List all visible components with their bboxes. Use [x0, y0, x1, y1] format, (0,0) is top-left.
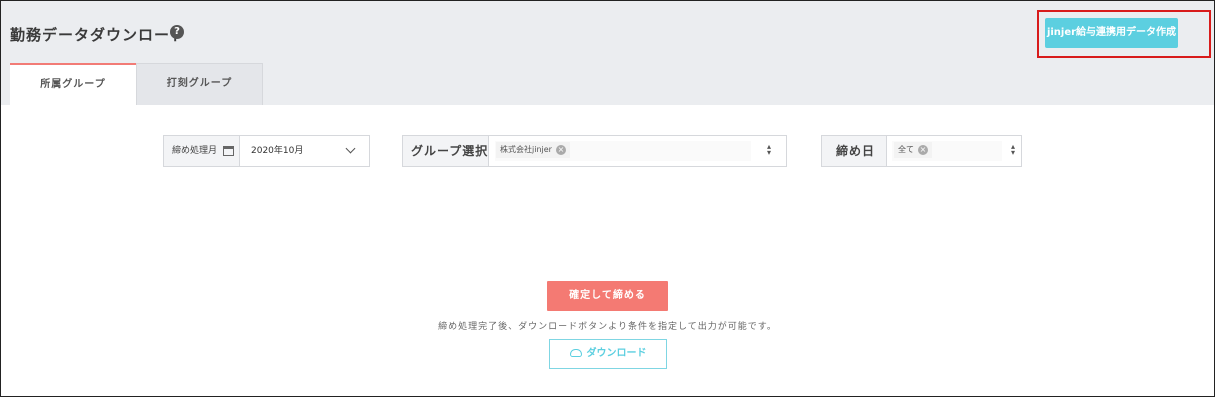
closing-hint-text: 締め処理完了後、ダウンロードボタンより条件を指定して出力が可能です。: [438, 322, 777, 332]
updown-arrows-icon[interactable]: ▴ ▾: [1009, 143, 1017, 157]
remove-chip-icon[interactable]: ×: [918, 144, 928, 155]
closing-month-value[interactable]: 2020年10月: [251, 136, 303, 166]
group-chip: 株式会社jinjer ×: [496, 142, 570, 158]
page-frame: 勤務データダウンロード ? jinjer給与連携用データ作成 所属グループ 打刻…: [0, 0, 1215, 397]
closing-month-label: 締め処理月: [164, 136, 240, 166]
group-select-label: グループ選択: [403, 136, 489, 166]
group-select-field[interactable]: グループ選択 株式会社jinjer × ▴ ▾: [402, 135, 787, 167]
help-icon[interactable]: ?: [170, 25, 184, 39]
updown-arrows-icon[interactable]: ▴ ▾: [765, 143, 773, 157]
remove-chip-icon[interactable]: ×: [555, 144, 566, 155]
closing-day-field[interactable]: 締め日 全て × ▴ ▾: [821, 135, 1022, 167]
download-button-label: ダウンロード: [586, 348, 647, 359]
cloud-download-icon: [569, 349, 582, 357]
create-payroll-data-button[interactable]: jinjer給与連携用データ作成: [1045, 18, 1178, 48]
chevron-down-icon[interactable]: [345, 143, 356, 154]
tab-affiliation-group[interactable]: 所属グループ: [10, 63, 136, 105]
confirm-close-button[interactable]: 確定して締める: [547, 281, 668, 311]
page-title: 勤務データダウンロード: [10, 26, 187, 44]
closing-month-field[interactable]: 締め処理月 2020年10月: [163, 135, 370, 167]
page-header: 勤務データダウンロード ? jinjer給与連携用データ作成 所属グループ 打刻…: [1, 1, 1214, 105]
group-chip-label: 株式会社jinjer: [500, 145, 552, 154]
closing-day-label: 締め日: [822, 136, 887, 166]
closing-month-label-text: 締め処理月: [172, 146, 218, 156]
closing-day-chip: 全て ×: [894, 142, 932, 158]
download-button[interactable]: ダウンロード: [549, 339, 667, 369]
tab-clock-group[interactable]: 打刻グループ: [136, 63, 263, 105]
closing-day-chip-label: 全て: [898, 145, 914, 154]
calendar-icon: [223, 146, 234, 156]
